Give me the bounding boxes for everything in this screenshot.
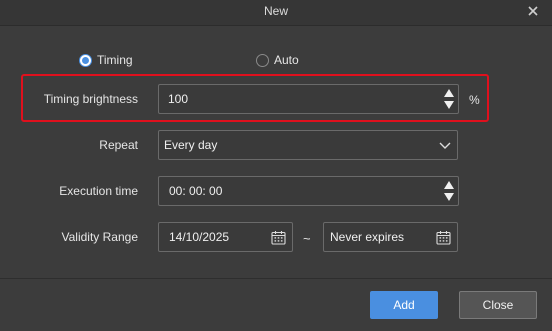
brightness-value: 100 xyxy=(168,92,189,106)
radio-timing-label: Timing xyxy=(97,53,133,67)
validity-start-value: 14/10/2025 xyxy=(169,230,230,244)
repeat-select[interactable]: Every day xyxy=(158,130,458,160)
repeat-label: Repeat xyxy=(99,138,138,152)
calendar-icon[interactable] xyxy=(271,230,286,245)
execution-value: 00: 00: 00 xyxy=(169,184,223,198)
brightness-unit: % xyxy=(469,93,480,107)
new-dialog: New Timing Auto Timing brightness 100 % … xyxy=(0,0,552,331)
range-separator: ~ xyxy=(303,231,311,246)
brightness-spinner xyxy=(443,87,455,111)
validity-end-input[interactable]: Never expires xyxy=(323,222,458,252)
close-icon[interactable] xyxy=(526,4,540,18)
brightness-input[interactable]: 100 xyxy=(158,84,459,114)
execution-spinner xyxy=(443,179,455,203)
validity-label: Validity Range xyxy=(61,230,139,244)
calendar-icon[interactable] xyxy=(436,230,451,245)
chevron-down-icon xyxy=(439,142,451,149)
spin-up-icon[interactable] xyxy=(444,89,454,97)
spin-down-icon[interactable] xyxy=(444,193,454,201)
spin-down-icon[interactable] xyxy=(444,101,454,109)
radio-timing[interactable]: Timing xyxy=(79,51,133,69)
validity-start-input[interactable]: 14/10/2025 xyxy=(158,222,293,252)
footer-divider xyxy=(0,278,552,279)
repeat-value: Every day xyxy=(164,138,218,152)
radio-checked-icon xyxy=(79,53,92,67)
dialog-title: New xyxy=(263,4,288,18)
brightness-label: Timing brightness xyxy=(43,92,138,106)
radio-unchecked-icon xyxy=(256,53,269,67)
radio-auto-label: Auto xyxy=(274,53,299,67)
add-button[interactable]: Add xyxy=(370,291,438,319)
execution-time-input[interactable]: 00: 00: 00 xyxy=(158,176,459,206)
execution-label: Execution time xyxy=(59,184,138,198)
title-bar: New xyxy=(0,0,552,26)
radio-auto[interactable]: Auto xyxy=(256,51,299,69)
close-button[interactable]: Close xyxy=(459,291,537,319)
validity-end-value: Never expires xyxy=(330,230,405,244)
spin-up-icon[interactable] xyxy=(444,181,454,189)
